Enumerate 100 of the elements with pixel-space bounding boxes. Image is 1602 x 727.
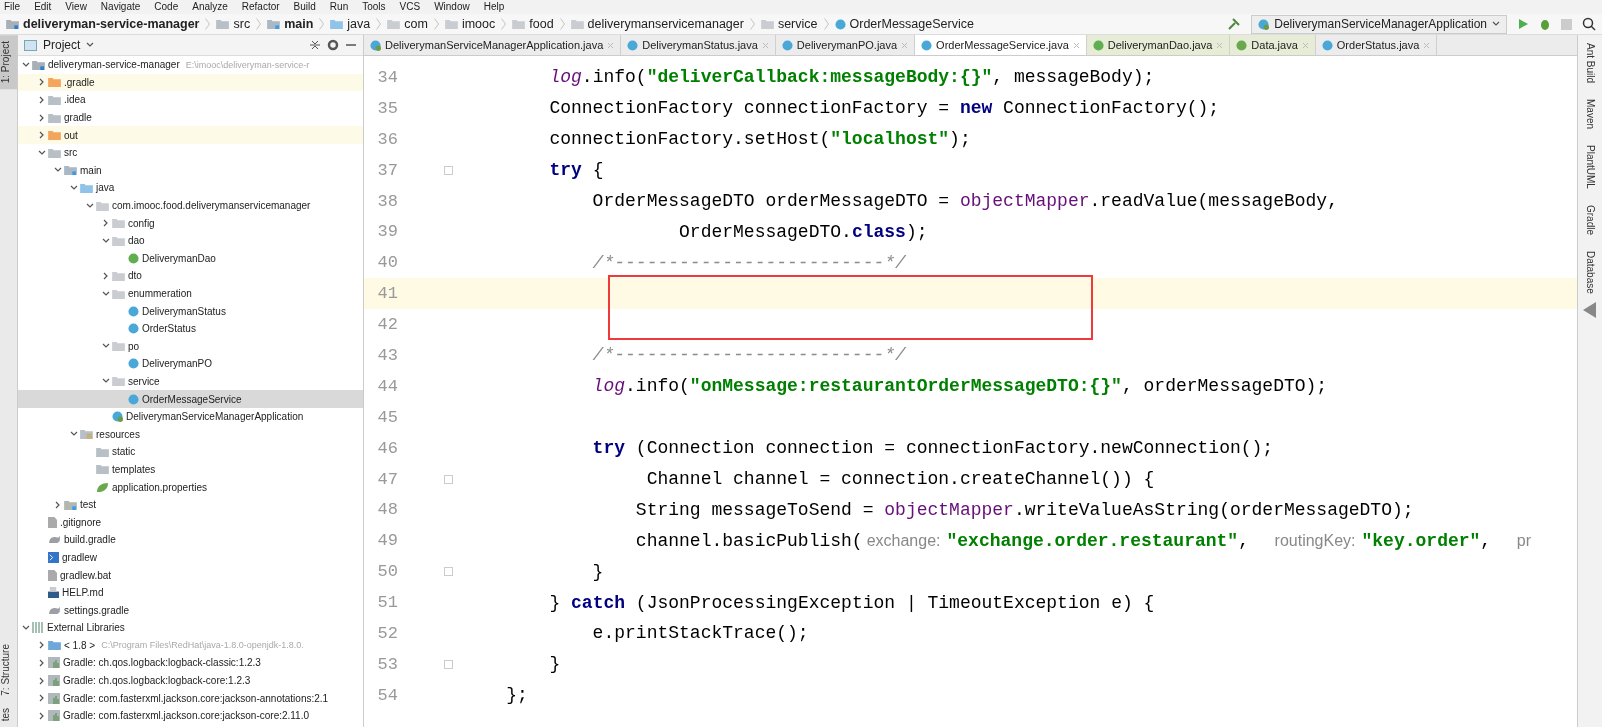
- tree-item[interactable]: DeliverymanPO: [18, 355, 363, 373]
- editor-tab[interactable]: DeliverymanDao.java: [1086, 35, 1231, 55]
- tool-window-tab[interactable]: PlantUML: [1584, 137, 1596, 197]
- triangle-left-icon[interactable]: [1583, 301, 1597, 318]
- chevron-right-icon: [501, 18, 507, 30]
- tree-item[interactable]: .idea: [18, 91, 363, 109]
- tool-window-tab[interactable]: tes: [0, 701, 17, 727]
- menu-item[interactable]: Code: [154, 1, 179, 13]
- editor-tab[interactable]: Data.java: [1230, 35, 1316, 55]
- menu-item[interactable]: Refactor: [241, 1, 280, 13]
- code-text: try (Connection connection = connectionFactory.newConnection();: [591, 438, 1274, 459]
- tree-item[interactable]: Gradle: ch.qos.logback:logback-classic:1.2.3: [18, 654, 363, 672]
- tool-window-tab[interactable]: Gradle: [1584, 196, 1596, 243]
- code-text: OrderMessageDTO orderMessageDTO = objectMapper.readValue(messageBody,: [591, 191, 1338, 211]
- folder-icon: [6, 19, 19, 29]
- tree-item[interactable]: dto: [18, 267, 363, 285]
- tree-item[interactable]: templates: [18, 460, 363, 479]
- chevron-right-icon[interactable]: [102, 271, 110, 280]
- tree-item[interactable]: main: [18, 161, 363, 180]
- tree-item[interactable]: po: [18, 337, 363, 356]
- chevron-right-icon[interactable]: [38, 96, 46, 104]
- tree-item[interactable]: deliveryman-service-manager E:\imooc\deliveryman-service-r: [18, 56, 363, 74]
- chevron-down-icon[interactable]: [22, 623, 30, 632]
- tree-item[interactable]: config: [18, 214, 363, 232]
- hammer-icon[interactable]: [1227, 17, 1242, 31]
- tree-item[interactable]: test: [18, 495, 363, 514]
- chevron-right-icon[interactable]: [38, 659, 46, 667]
- breadcrumb[interactable]: food: [512, 17, 554, 31]
- code-text: }: [591, 561, 604, 582]
- tree-item[interactable]: out: [18, 126, 363, 144]
- breadcrumb[interactable]: service: [760, 17, 818, 31]
- menu-item[interactable]: Analyze: [192, 1, 228, 13]
- tree-item[interactable]: Gradle: ch.qos.logback:logback-core:1.2.3: [18, 671, 363, 690]
- panel-title[interactable]: Project: [43, 38, 81, 52]
- chevron-down-icon[interactable]: [102, 236, 110, 245]
- run-configuration-dropdown[interactable]: DeliverymanServiceManagerApplication: [1251, 14, 1507, 34]
- tool-window-tab[interactable]: Database: [1584, 242, 1596, 302]
- tool-window-tab[interactable]: 7: Structure: [0, 637, 17, 702]
- tool-window-tab[interactable]: Maven: [1584, 91, 1596, 138]
- chevron-down-icon[interactable]: [102, 289, 110, 298]
- tree-item[interactable]: application.properties: [18, 478, 363, 496]
- menu-item[interactable]: Help: [483, 1, 505, 13]
- tree-item[interactable]: < 1.8 > C:\Program Files\RedHat\java-1.8.0-openjdk-1.8.0.: [18, 636, 363, 655]
- settings-icon[interactable]: [327, 39, 339, 51]
- menu-item[interactable]: VCS: [399, 1, 421, 13]
- chevron-right-icon: [205, 18, 211, 30]
- tree-item[interactable]: HELP.md: [18, 583, 363, 602]
- line-number: 38: [376, 191, 398, 211]
- breadcrumb[interactable]: src: [216, 17, 251, 31]
- menu-item[interactable]: Edit: [34, 1, 52, 13]
- tree-item[interactable]: static: [18, 443, 363, 461]
- breadcrumb[interactable]: deliveryman-service-manager: [6, 17, 200, 31]
- search-icon[interactable]: [1582, 17, 1596, 31]
- breadcrumb[interactable]: java: [330, 17, 371, 31]
- tree-item[interactable]: gradle: [18, 108, 363, 127]
- breadcrumb[interactable]: main: [267, 17, 314, 31]
- tree-item[interactable]: Gradle: com.fasterxml.jackson.core:jackson-annotations:2.1: [18, 689, 363, 707]
- folder-icon: [96, 464, 109, 475]
- tree-item[interactable]: java: [18, 179, 363, 197]
- tree-item[interactable]: OrderMessageService: [18, 390, 363, 408]
- tree-item[interactable]: .gradle: [18, 73, 363, 92]
- breadcrumb[interactable]: com: [387, 17, 428, 31]
- chevron-down-icon[interactable]: [1492, 20, 1500, 28]
- run-icon[interactable]: [1517, 18, 1529, 30]
- menu-item[interactable]: Tools: [362, 1, 386, 13]
- tree-item[interactable]: settings.gradle: [18, 601, 363, 619]
- breadcrumb[interactable]: imooc: [444, 17, 496, 31]
- breadcrumb[interactable]: OrderMessageService: [834, 17, 974, 31]
- tool-window-tab[interactable]: Ant Build: [1584, 35, 1596, 92]
- chevron-right-icon[interactable]: [54, 500, 62, 509]
- tree-item[interactable]: com.imooc.food.deliverymanservicemanager: [18, 196, 363, 215]
- tree-item[interactable]: DeliverymanDao: [18, 249, 363, 268]
- tree-item[interactable]: gradlew: [18, 548, 363, 567]
- tree-item[interactable]: gradlew.bat: [18, 566, 363, 584]
- menu-item[interactable]: Window: [434, 1, 470, 13]
- tree-item[interactable]: .gitignore: [18, 513, 363, 532]
- tree-item[interactable]: resources: [18, 425, 363, 444]
- editor-tab[interactable]: OrderMessageService.java: [915, 35, 1087, 55]
- tree-item[interactable]: DeliverymanStatus: [18, 302, 363, 320]
- menu-item[interactable]: Build: [293, 1, 316, 13]
- tree-item[interactable]: enummeration: [18, 284, 363, 303]
- library-icon: [48, 692, 60, 704]
- tree-item[interactable]: src: [18, 143, 363, 162]
- chevron-down-icon[interactable]: [22, 60, 30, 69]
- tree-item[interactable]: DeliverymanServiceManagerApplication: [18, 407, 363, 426]
- chevron-right-icon[interactable]: [102, 219, 110, 228]
- chevron-down-icon[interactable]: [86, 41, 95, 49]
- menu-item[interactable]: Navigate: [100, 1, 141, 13]
- tree-item[interactable]: Gradle: com.fasterxml.jackson.core:jackson-core:2.11.0: [18, 706, 363, 725]
- tree-item[interactable]: OrderStatus: [18, 319, 363, 338]
- tool-window-tab[interactable]: 1: Project: [0, 35, 17, 90]
- menu-item[interactable]: View: [65, 1, 87, 13]
- folder-icon: [387, 19, 401, 29]
- menu-item[interactable]: File: [4, 1, 21, 13]
- breadcrumb[interactable]: deliverymanservicemanager: [570, 17, 744, 31]
- tree-item[interactable]: service: [18, 372, 363, 391]
- tree-item[interactable]: External Libraries: [18, 619, 363, 637]
- tree-item[interactable]: build.gradle: [18, 531, 363, 549]
- tree-item[interactable]: dao: [18, 231, 363, 250]
- menu-item[interactable]: Run: [329, 1, 349, 13]
